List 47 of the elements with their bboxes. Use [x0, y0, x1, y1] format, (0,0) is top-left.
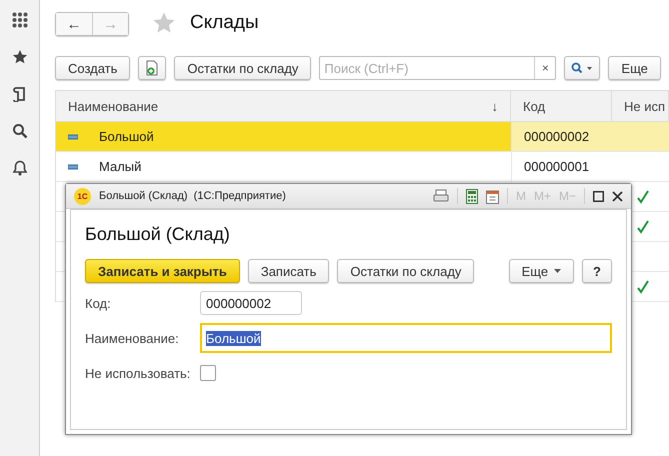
input-field[interactable]: Большой — [200, 323, 612, 353]
maximize-icon[interactable] — [593, 190, 604, 202]
column-header[interactable]: Код — [511, 91, 612, 121]
action-button[interactable]: Записать и закрыть — [85, 259, 240, 283]
page-title: Склады — [190, 12, 259, 34]
field-label: Не использовать: — [85, 366, 192, 380]
copy-button[interactable] — [138, 56, 166, 80]
app-logo: 1С — [74, 188, 91, 204]
window-title: Большой (Склад) (1С:Предприятие) — [99, 190, 287, 202]
star-icon[interactable] — [152, 11, 176, 35]
table-cell: Малый — [99, 159, 142, 174]
caret-icon — [554, 269, 562, 273]
bell-icon[interactable] — [12, 160, 28, 176]
form-heading: Большой (Склад) — [85, 224, 231, 245]
favorites-star-icon[interactable] — [12, 49, 28, 65]
stock-button[interactable]: Остатки по складу — [174, 56, 312, 80]
printer-icon[interactable] — [432, 189, 449, 203]
close-icon[interactable] — [612, 190, 623, 202]
table-cell: 000000001 — [524, 159, 590, 174]
table-cell: 000000002 — [524, 129, 590, 144]
calendar-icon[interactable] — [486, 188, 499, 204]
apps-grid-icon[interactable] — [12, 12, 28, 28]
field-label: Код: — [85, 296, 112, 310]
column-header[interactable]: Не исп — [612, 91, 669, 121]
search-icon — [571, 62, 594, 74]
more-button[interactable]: Еще — [608, 56, 661, 80]
action-button[interactable]: Остатки по складу — [337, 259, 474, 283]
field-label: Наименование: — [85, 330, 180, 346]
clear-button[interactable]: × — [534, 57, 556, 79]
item-icon — [68, 134, 78, 140]
help-button[interactable]: ? — [582, 259, 612, 283]
input-field[interactable]: 000000002 — [200, 291, 302, 315]
search-options-button[interactable] — [564, 56, 600, 80]
item-icon — [68, 164, 78, 170]
nav-button[interactable]: ← — [56, 13, 92, 35]
add-document-icon — [145, 60, 160, 76]
create-button[interactable]: Создать — [55, 56, 130, 80]
more-button[interactable]: Еще — [508, 259, 574, 283]
column-header[interactable]: Наименование ↓ — [56, 91, 511, 121]
checkbox[interactable] — [200, 365, 216, 381]
calculator-icon[interactable] — [466, 188, 478, 204]
selected-row[interactable]: Большой 000000002 — [56, 122, 669, 152]
history-scroll-icon[interactable] — [12, 86, 28, 102]
search-field[interactable]: Поиск (Ctrl+F) × — [319, 56, 556, 80]
table-cell: Большой — [99, 129, 154, 144]
action-button[interactable]: Записать — [248, 259, 330, 283]
search-icon[interactable] — [12, 123, 28, 139]
